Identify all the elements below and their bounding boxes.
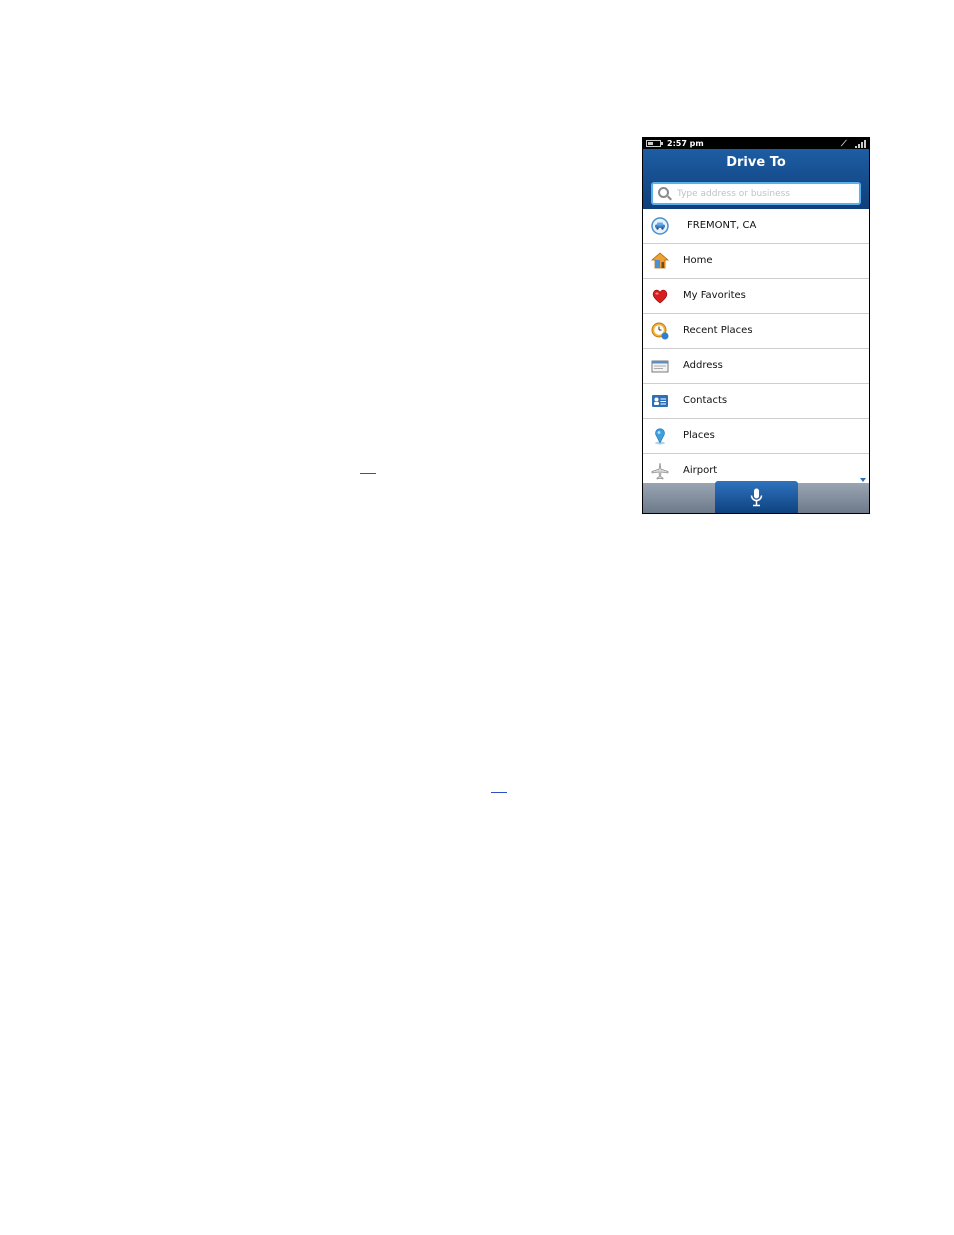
list-item-home[interactable]: Home — [643, 244, 869, 279]
search-box[interactable] — [651, 182, 861, 205]
bottom-bar — [643, 481, 869, 513]
document-link-1[interactable] — [360, 473, 376, 474]
phone-screenshot: 2:57 pm ⟋ Drive To FREMONT, CA — [642, 137, 870, 514]
status-time: 2:57 pm — [667, 139, 704, 148]
car-location-icon — [651, 217, 669, 235]
home-icon — [651, 252, 669, 269]
gps-icon: ⟋ — [841, 139, 847, 148]
pin-icon — [655, 428, 665, 445]
page-title: Drive To — [726, 155, 786, 170]
list-item-label: Recent Places — [683, 325, 753, 336]
microphone-icon — [750, 488, 763, 507]
contacts-icon — [652, 395, 668, 407]
list-item-my-favorites[interactable]: My Favorites — [643, 279, 869, 314]
airplane-icon — [651, 462, 669, 480]
battery-icon — [646, 140, 663, 147]
status-bar: 2:57 pm ⟋ — [643, 138, 869, 149]
list-item-recent-places[interactable]: Recent Places — [643, 314, 869, 349]
list-item-label: Address — [683, 360, 723, 371]
list-item-label: Contacts — [683, 395, 728, 406]
voice-input-button[interactable] — [715, 481, 798, 513]
list-item-places[interactable]: Places — [643, 419, 869, 454]
list-item-fremont[interactable]: FREMONT, CA — [643, 209, 869, 244]
document-link-2[interactable] — [491, 792, 507, 793]
list-item-label: FREMONT, CA — [687, 220, 757, 231]
search-input[interactable] — [677, 186, 853, 201]
header: Drive To — [643, 149, 869, 209]
signal-icon — [855, 140, 867, 148]
address-card-icon — [651, 360, 669, 373]
search-icon — [658, 187, 669, 198]
clock-icon — [651, 322, 669, 340]
list-item-label: Airport — [683, 465, 718, 476]
list-item-address[interactable]: Address — [643, 349, 869, 384]
list-item-airport[interactable]: Airport — [643, 454, 869, 483]
scroll-down-indicator — [860, 478, 866, 482]
destination-list: FREMONT, CA Home My Favorites Recent Pla… — [643, 209, 869, 483]
list-item-label: Places — [683, 430, 715, 441]
heart-icon — [652, 289, 668, 304]
list-item-label: My Favorites — [683, 290, 746, 301]
list-item-label: Home — [683, 255, 713, 266]
list-item-contacts[interactable]: Contacts — [643, 384, 869, 419]
